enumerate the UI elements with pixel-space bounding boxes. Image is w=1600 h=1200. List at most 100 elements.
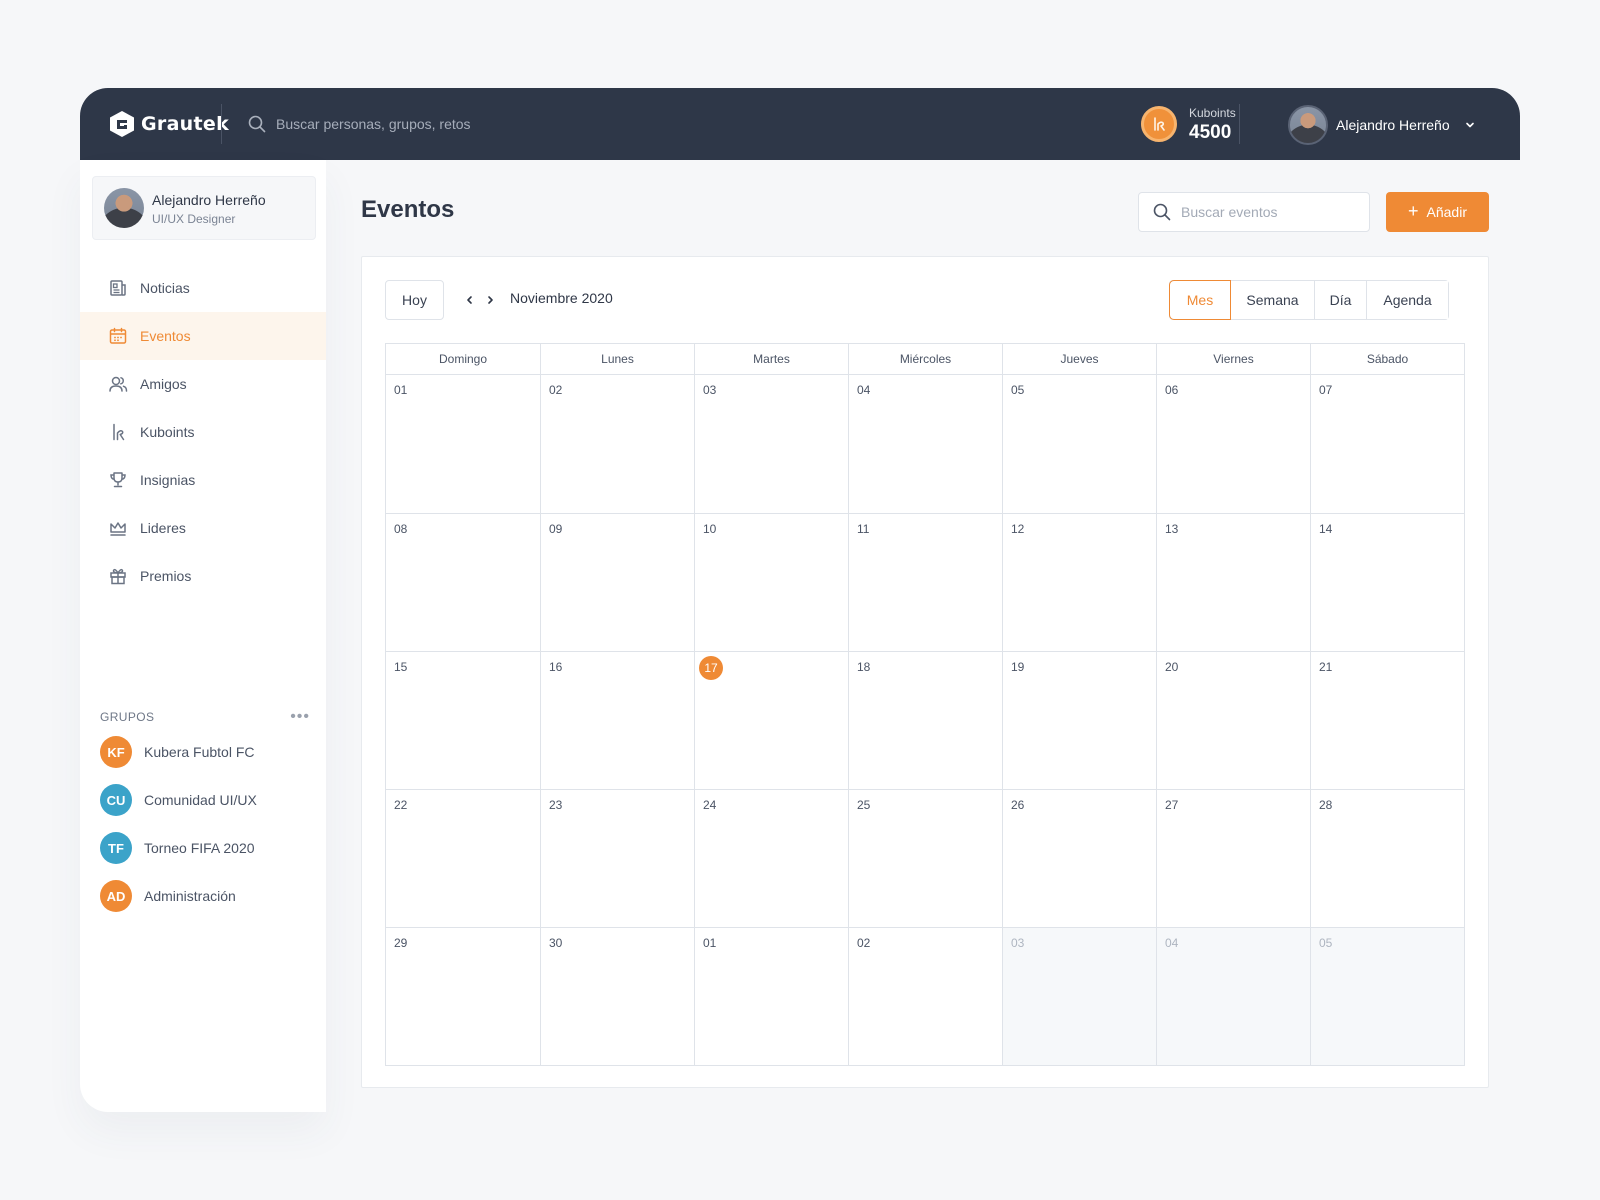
calendar-day-cell[interactable]: 02 [848,927,1002,1065]
view-agenda-button[interactable]: Agenda [1366,281,1448,319]
calendar-day-cell[interactable]: 20 [1156,651,1310,789]
groups-title: GRUPOS [100,710,155,724]
sidebar-item-lideres[interactable]: Lideres [80,504,326,552]
user-menu-name: Alejandro Herreño [1336,117,1450,133]
weekday-label: Jueves [1002,344,1156,374]
day-number: 26 [1011,798,1025,812]
user-menu[interactable]: Alejandro Herreño [1288,105,1476,145]
sidebar-item-label: Noticias [140,280,190,296]
calendar-day-cell[interactable]: 17 [694,651,848,789]
group-avatar: CU [100,784,132,816]
sidebar-item-label: Kuboints [140,424,195,440]
group-item[interactable]: TF Torneo FIFA 2020 [100,824,320,872]
sidebar-item-amigos[interactable]: Amigos [80,360,326,408]
calendar-day-cell[interactable]: 01 [386,375,540,513]
weekday-label: Domingo [438,352,488,366]
sidebar-item-noticias[interactable]: Noticias [80,264,326,312]
prev-month-button[interactable] [462,290,478,310]
calendar-day-cell[interactable]: 03 [694,375,848,513]
day-number: 28 [1319,798,1333,812]
calendar-day-cell[interactable]: 02 [540,375,694,513]
sidebar-item-insignias[interactable]: Insignias [80,456,326,504]
calendar-day-cell[interactable]: 30 [540,927,694,1065]
sidebar-item-premios[interactable]: Premios [80,552,326,600]
kuboints-label: Kuboints [1189,105,1236,120]
calendar-day-cell[interactable]: 04 [1156,927,1310,1065]
profile-role: UI/UX Designer [152,212,236,226]
search-icon [1153,203,1171,221]
event-search[interactable] [1138,192,1370,232]
trophy-icon [110,472,126,488]
calendar-day-cell[interactable]: 06 [1156,375,1310,513]
day-number: 14 [1319,522,1333,536]
today-day-number: 17 [699,656,723,680]
calendar-day-cell[interactable]: 27 [1156,789,1310,927]
calendar-day-cell[interactable]: 29 [386,927,540,1065]
calendar-panel: Hoy Noviembre 2020 Mes Semana Día Agenda… [361,256,1489,1088]
calendar-day-cell[interactable]: 09 [540,513,694,651]
weekday-label: Sábado [1310,344,1464,374]
calendar-day-cell[interactable]: 05 [1310,927,1464,1065]
day-number: 20 [1165,660,1179,674]
calendar-day-cell[interactable]: 05 [1002,375,1156,513]
day-number: 21 [1319,660,1333,674]
sidebar-nav: Noticias Eventos Amigos Kuboints Insigni… [80,264,326,600]
more-options-icon[interactable]: ••• [290,708,310,726]
calendar-day-cell[interactable]: 21 [1310,651,1464,789]
add-event-button[interactable]: + Añadir [1386,192,1489,232]
calendar-day-cell[interactable]: 26 [1002,789,1156,927]
group-name: Torneo FIFA 2020 [144,840,255,856]
calendar-day-cell[interactable]: 12 [1002,513,1156,651]
calendar-day-cell[interactable]: 03 [1002,927,1156,1065]
day-number: 16 [549,660,563,674]
calendar-day-cell[interactable]: 01 [694,927,848,1065]
group-name: Administración [144,888,236,904]
day-number: 02 [857,936,871,950]
weekday-label: Martes [694,344,848,374]
brand-logo-icon [110,111,134,137]
calendar-day-cell[interactable]: 07 [1310,375,1464,513]
calendar-day-cell[interactable]: 28 [1310,789,1464,927]
add-event-label: Añadir [1426,204,1467,220]
group-item[interactable]: CU Comunidad UI/UX [100,776,320,824]
chevron-left-icon [467,296,472,304]
event-search-input[interactable] [1181,204,1361,220]
view-month-button[interactable]: Mes [1169,280,1231,320]
search-icon [248,115,266,133]
crown-icon [110,522,126,536]
brand-logo[interactable]: Grautek [109,110,229,138]
calendar-day-cell[interactable]: 15 [386,651,540,789]
calendar-day-cell[interactable]: 13 [1156,513,1310,651]
avatar [104,188,144,228]
calendar-day-cell[interactable]: 19 [1002,651,1156,789]
calendar-day-cell[interactable]: 08 [386,513,540,651]
today-button[interactable]: Hoy [385,280,444,320]
next-month-button[interactable] [482,290,498,310]
view-day-button[interactable]: Día [1314,281,1366,319]
group-name: Comunidad UI/UX [144,792,257,808]
global-search[interactable] [248,110,668,138]
page-title: Eventos [361,196,455,223]
day-number: 23 [549,798,563,812]
sidebar-item-eventos[interactable]: Eventos [80,312,326,360]
chevron-right-icon [488,296,493,304]
calendar-day-cell[interactable]: 24 [694,789,848,927]
calendar-day-cell[interactable]: 22 [386,789,540,927]
day-number: 18 [857,660,871,674]
day-number: 07 [1319,383,1333,397]
view-week-button[interactable]: Semana [1230,281,1314,319]
sidebar-item-kuboints[interactable]: Kuboints [80,408,326,456]
calendar-day-cell[interactable]: 18 [848,651,1002,789]
kuboints-balance[interactable]: Kuboints 4500 [1141,106,1236,142]
calendar-day-cell[interactable]: 10 [694,513,848,651]
calendar-day-cell[interactable]: 04 [848,375,1002,513]
calendar-day-cell[interactable]: 11 [848,513,1002,651]
group-item[interactable]: AD Administración [100,872,320,920]
group-item[interactable]: KF Kubera Fubtol FC [100,728,320,776]
calendar-day-cell[interactable]: 25 [848,789,1002,927]
global-search-input[interactable] [276,116,656,132]
profile-card[interactable]: Alejandro Herreño UI/UX Designer [92,176,316,240]
calendar-day-cell[interactable]: 16 [540,651,694,789]
calendar-day-cell[interactable]: 23 [540,789,694,927]
calendar-day-cell[interactable]: 14 [1310,513,1464,651]
